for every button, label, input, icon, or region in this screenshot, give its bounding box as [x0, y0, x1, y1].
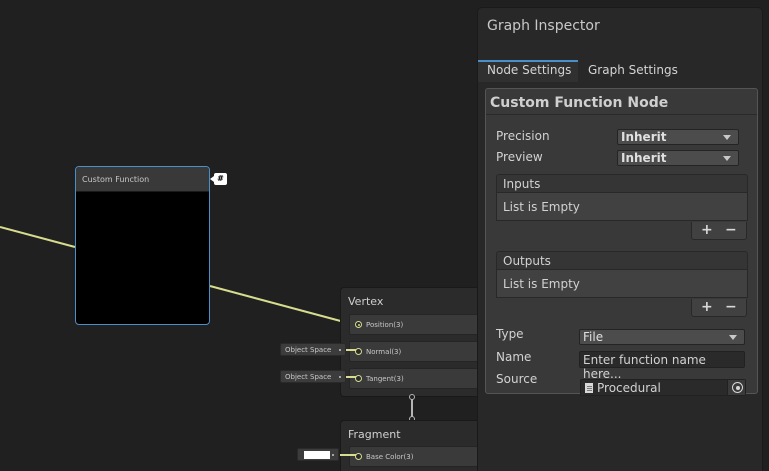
precision-value: Inherit — [621, 130, 667, 144]
flow-anchor-icon — [409, 394, 415, 400]
add-input-button[interactable]: + — [701, 222, 713, 238]
port-label: Position(3) — [366, 321, 404, 329]
outputs-list-empty: List is Empty — [496, 270, 748, 298]
remove-output-button[interactable]: − — [725, 299, 737, 315]
function-name-field[interactable]: Enter function name here... — [579, 351, 745, 381]
color-swatch[interactable] — [304, 451, 330, 459]
chevron-down-icon — [729, 335, 737, 340]
fragment-block-title: Fragment — [348, 428, 401, 441]
preview-label: Preview — [496, 150, 543, 164]
vertex-block-title: Vertex — [348, 295, 384, 308]
tangent-space-field[interactable]: Object Space — [280, 370, 346, 383]
port-label: Tangent(3) — [366, 375, 404, 383]
outputs-list: Outputs List is Empty — [496, 251, 748, 298]
inspector-tabs: Node Settings Graph Settings — [478, 60, 762, 82]
object-picker-icon[interactable] — [727, 380, 745, 395]
custom-function-node-panel: Custom Function Node Precision Inherit P… — [485, 88, 758, 396]
port-icon[interactable] — [355, 348, 362, 355]
custom-function-node[interactable]: Custom Function — [75, 166, 210, 325]
remove-input-button[interactable]: − — [725, 222, 737, 238]
outputs-list-footer: + − — [691, 299, 747, 317]
wire-cf-to-position — [209, 285, 349, 324]
source-label: Source — [496, 372, 538, 386]
source-value: Procedural — [597, 381, 661, 395]
graph-canvas[interactable]: Custom Function # Vertex Position(3) Nor… — [0, 0, 769, 471]
vertex-block[interactable]: Vertex Position(3) Normal(3) Tangent(3) — [340, 287, 490, 397]
precision-dropdown[interactable]: Inherit — [617, 129, 739, 145]
port-connected-icon[interactable] — [355, 321, 362, 328]
type-label: Type — [496, 327, 524, 341]
type-value: File — [583, 330, 604, 344]
port-label: Base Color(3) — [366, 453, 414, 461]
hash-badge-icon[interactable]: # — [214, 173, 227, 185]
preview-value: Inherit — [621, 151, 667, 165]
fragment-port-base-color[interactable]: Base Color(3) — [349, 446, 489, 467]
fragment-block[interactable]: Fragment Base Color(3) — [340, 420, 490, 471]
port-icon[interactable] — [355, 453, 362, 460]
outputs-list-header: Outputs — [496, 251, 748, 270]
inputs-list-empty: List is Empty — [496, 193, 748, 221]
graph-inspector[interactable]: Graph Inspector Node Settings Graph Sett… — [477, 7, 763, 471]
base-color-field[interactable] — [297, 448, 339, 461]
inspector-title: Graph Inspector — [487, 18, 600, 34]
wire-incoming — [0, 226, 76, 248]
vertex-port-normal[interactable]: Normal(3) — [349, 341, 489, 362]
tab-graph-settings[interactable]: Graph Settings — [579, 60, 689, 82]
tab-node-settings[interactable]: Node Settings — [478, 60, 578, 82]
panel-title: Custom Function Node — [486, 89, 757, 115]
chevron-down-icon — [723, 156, 731, 161]
preview-dropdown[interactable]: Inherit — [617, 150, 739, 166]
port-label: Normal(3) — [366, 348, 402, 356]
precision-label: Precision — [496, 129, 550, 143]
normal-space-wire — [346, 349, 356, 351]
type-dropdown[interactable]: File — [579, 329, 745, 345]
chevron-down-icon — [723, 135, 731, 140]
inputs-list: Inputs List is Empty — [496, 174, 748, 221]
name-label: Name — [496, 350, 532, 364]
inputs-list-header: Inputs — [496, 174, 748, 193]
normal-space-field[interactable]: Object Space — [280, 343, 346, 356]
custom-function-node-title: Custom Function — [76, 167, 209, 192]
tangent-space-wire — [346, 376, 356, 378]
inputs-list-footer: + − — [691, 222, 747, 240]
source-field[interactable]: Procedural — [580, 379, 746, 396]
file-icon — [585, 383, 593, 393]
vertex-port-tangent[interactable]: Tangent(3) — [349, 368, 489, 389]
base-color-wire — [340, 454, 356, 456]
add-output-button[interactable]: + — [701, 299, 713, 315]
vertex-port-position[interactable]: Position(3) — [349, 314, 489, 335]
port-icon[interactable] — [355, 375, 362, 382]
